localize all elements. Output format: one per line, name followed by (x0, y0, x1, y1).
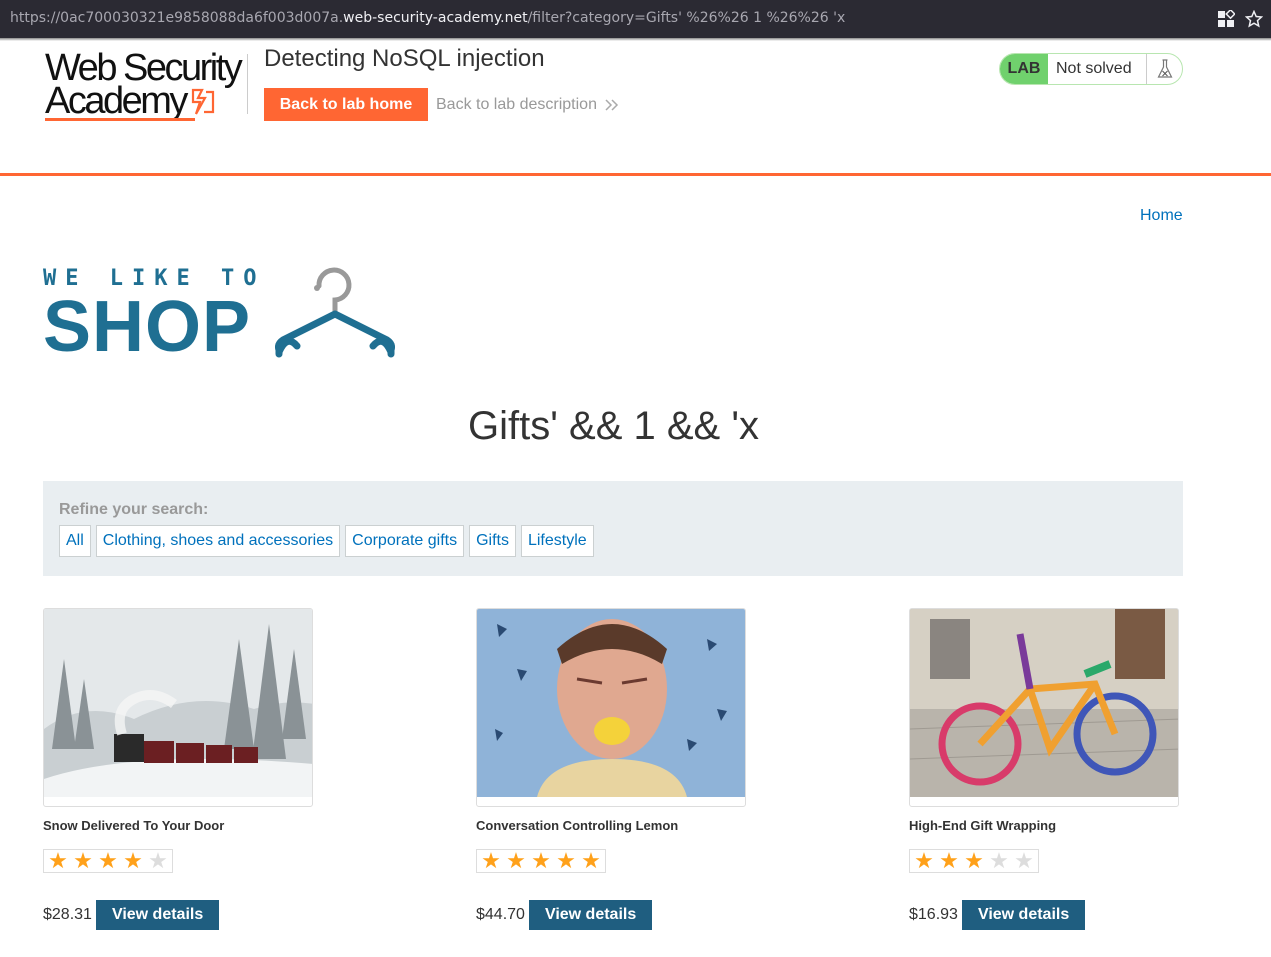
filter-clothing[interactable]: Clothing, shoes and accessories (95, 525, 341, 557)
category-filters: All Clothing, shoes and accessories Corp… (59, 525, 594, 557)
toolbar-shadow (0, 38, 1271, 41)
product-image-snow-train[interactable] (43, 608, 313, 807)
web-security-academy-logo[interactable]: Web Security Academy (45, 49, 245, 124)
header-divider (247, 54, 248, 114)
star-rating: ★ ★ ★ ★ ★ (909, 849, 1039, 873)
product-price: $28.31 (43, 906, 92, 923)
shop-logo[interactable]: WE LIKE TO SHOP (43, 266, 403, 363)
view-details-button[interactable]: View details (961, 900, 1086, 930)
star-icon: ★ (73, 848, 93, 873)
star-icon: ★ (939, 848, 959, 873)
star-icon: ★ (481, 848, 501, 873)
lab-status-tag: LAB (1000, 54, 1048, 84)
refine-search-panel: Refine your search: All Clothing, shoes … (43, 481, 1183, 576)
filter-corporate-gifts[interactable]: Corporate gifts (345, 525, 465, 557)
product-image-wrapped-bicycle[interactable] (909, 608, 1179, 807)
filter-gifts[interactable]: Gifts (469, 525, 516, 557)
star-icon: ★ (48, 848, 68, 873)
product-image-lemon-man[interactable] (476, 608, 746, 807)
category-heading: Gifts' && 1 && 'x (468, 404, 759, 448)
logo-underline (45, 118, 195, 121)
product-card: Snow Delivered To Your Door ★ ★ ★ ★ ★ $28.31… (43, 608, 343, 930)
product-name: Snow Delivered To Your Door (43, 818, 225, 833)
star-icon: ★ (581, 848, 601, 873)
product-name: High-End Gift Wrapping (909, 818, 1057, 833)
star-rating: ★ ★ ★ ★ ★ (43, 849, 173, 873)
star-icon: ★ (98, 848, 118, 873)
lab-title: Detecting NoSQL injection (264, 45, 545, 72)
filter-lifestyle[interactable]: Lifestyle (520, 525, 594, 557)
nav-home-link[interactable]: Home (1140, 207, 1183, 225)
filter-all[interactable]: All (59, 525, 91, 557)
star-icon: ★ (1014, 848, 1034, 873)
logo-mark-icon (191, 88, 215, 115)
star-rating: ★ ★ ★ ★ ★ (476, 849, 606, 873)
product-name: Conversation Controlling Lemon (476, 818, 679, 833)
refine-search-label: Refine your search: (59, 501, 209, 518)
extensions-icon[interactable] (1217, 8, 1236, 28)
hanger-icon (275, 267, 395, 358)
product-card: High-End Gift Wrapping ★ ★ ★ ★ ★ $16.93 View… (909, 608, 1209, 930)
star-icon: ★ (914, 848, 934, 873)
view-details-button[interactable]: View details (528, 900, 653, 930)
flask-icon (1146, 54, 1182, 84)
star-icon: ★ (123, 848, 143, 873)
star-icon: ★ (531, 848, 551, 873)
star-icon: ★ (556, 848, 576, 873)
star-icon: ★ (506, 848, 526, 873)
lab-status-text: Not solved (1056, 60, 1132, 77)
header-rule (0, 173, 1271, 176)
back-to-lab-description-link[interactable]: Back to lab description (436, 96, 619, 114)
product-card: Conversation Controlling Lemon ★ ★ ★ ★ ★ $44… (476, 608, 776, 930)
back-to-lab-home-button[interactable]: Back to lab home (264, 88, 428, 121)
view-details-button[interactable]: View details (95, 900, 220, 930)
star-icon: ★ (989, 848, 1009, 873)
star-icon: ★ (964, 848, 984, 873)
browser-address-bar[interactable]: https://0ac700030321e9858088da6f003d007a… (0, 0, 1271, 38)
star-icon: ★ (148, 848, 168, 873)
product-price: $16.93 (909, 906, 958, 923)
lab-status-widget: LAB Not solved (999, 53, 1183, 85)
double-chevron-right-icon (605, 99, 619, 111)
bookmark-star-icon[interactable] (1244, 9, 1264, 28)
product-price: $44.70 (476, 906, 525, 923)
url-text[interactable]: https://0ac700030321e9858088da6f003d007a… (10, 10, 845, 26)
